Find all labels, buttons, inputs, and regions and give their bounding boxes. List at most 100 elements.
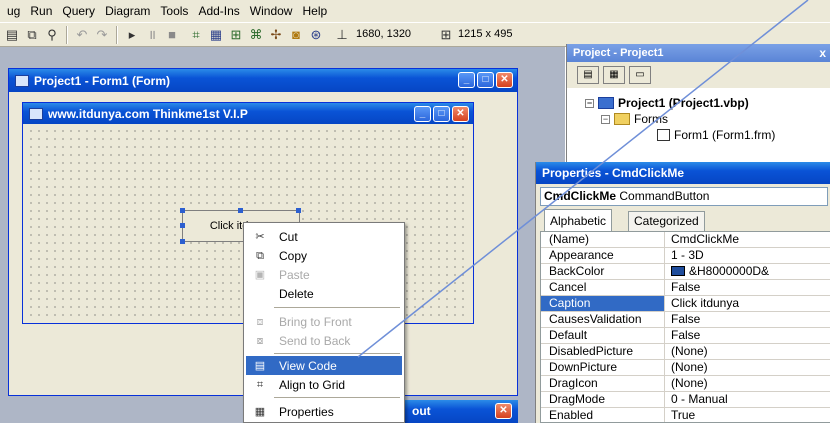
close-icon[interactable]: x [819, 44, 826, 62]
close-button[interactable]: ✕ [496, 72, 513, 88]
menu-item-properties[interactable]: ▦ Properties [246, 402, 402, 421]
toolbox-icon[interactable]: ✢ [268, 27, 284, 43]
property-value[interactable]: 1 - 3D [668, 248, 830, 263]
maximize-button[interactable]: □ [477, 72, 494, 88]
menu-item-paste[interactable]: ▣ Paste [246, 265, 402, 284]
menu-item-send-to-back[interactable]: ⧇ Send to Back [246, 331, 402, 350]
resize-handle[interactable] [238, 208, 243, 213]
property-row-selected[interactable]: Caption Click itdunya [541, 296, 830, 312]
tree-item-project[interactable]: − Project1 (Project1.vbp) [585, 96, 749, 110]
property-row[interactable]: DisabledPicture (None) [541, 344, 830, 360]
property-value[interactable]: False [668, 312, 830, 327]
property-grid: (Name) CmdClickMe Appearance 1 - 3D BackCo… [540, 231, 830, 423]
toggle-folders-icon[interactable]: ▭ [629, 66, 651, 84]
form1-titlebar[interactable]: www.itdunya.com Thinkme1st V.I.P _ □ ✕ [23, 103, 473, 124]
property-row[interactable]: Default False [541, 328, 830, 344]
property-value[interactable]: Click itdunya [668, 296, 830, 311]
menu-item-align-to-grid[interactable]: ⌗ Align to Grid [246, 375, 402, 394]
data-view-icon[interactable]: ◙ [288, 27, 304, 43]
property-value[interactable]: &H8000000D& [668, 264, 830, 279]
menu-item-bring-to-front[interactable]: ⧈ Bring to Front [246, 312, 402, 331]
close-button[interactable]: ✕ [452, 106, 469, 122]
paste-icon: ▣ [254, 268, 266, 281]
menu-query[interactable]: Query [57, 0, 100, 22]
property-row[interactable]: BackColor &H8000000D& [541, 264, 830, 280]
property-row[interactable]: (Name) CmdClickMe [541, 232, 830, 248]
project-explorer-title: Project - Project1 [573, 47, 664, 59]
find-icon[interactable]: ⚲ [44, 27, 60, 43]
undo-icon[interactable]: ↶ [74, 27, 90, 43]
view-object-icon[interactable]: ▦ [603, 66, 625, 84]
component-manager-icon[interactable]: ⊛ [308, 27, 324, 43]
property-name: DisabledPicture [541, 344, 665, 359]
resize-handle[interactable] [296, 208, 301, 213]
open-project-icon[interactable]: ▤ [4, 27, 20, 43]
redo-icon[interactable]: ↷ [94, 27, 110, 43]
property-value[interactable]: (None) [668, 376, 830, 391]
property-value[interactable]: False [668, 280, 830, 295]
menu-debug[interactable]: ug [2, 0, 25, 22]
menu-diagram[interactable]: Diagram [100, 0, 155, 22]
property-value[interactable]: True [668, 408, 830, 422]
property-row[interactable]: DragMode 0 - Manual [541, 392, 830, 408]
close-button[interactable]: ✕ [495, 403, 512, 419]
property-value[interactable]: CmdClickMe [668, 232, 830, 247]
form-designer-titlebar[interactable]: Project1 - Form1 (Form) _ □ ✕ [9, 69, 517, 92]
end-icon[interactable]: ■ [164, 27, 180, 43]
resize-handle[interactable] [180, 223, 185, 228]
property-value[interactable]: (None) [668, 360, 830, 375]
break-icon[interactable]: ॥ [144, 27, 160, 43]
menu-tools[interactable]: Tools [155, 0, 193, 22]
tab-categorized[interactable]: Categorized [628, 211, 705, 231]
property-value[interactable]: False [668, 328, 830, 343]
tree-item-form1[interactable]: Form1 (Form1.frm) [657, 128, 775, 142]
property-row[interactable]: DownPicture (None) [541, 360, 830, 376]
menu-bar: ug Run Query Diagram Tools Add-Ins Windo… [0, 0, 830, 22]
property-row[interactable]: Enabled True [541, 408, 830, 422]
menu-add-ins[interactable]: Add-Ins [193, 0, 244, 22]
resize-handle[interactable] [180, 208, 185, 213]
property-value[interactable]: (None) [668, 344, 830, 359]
project-explorer-icon[interactable]: ⌗ [188, 27, 204, 43]
properties-window-icon[interactable]: ▦ [208, 27, 224, 43]
view-code-icon[interactable]: ▤ [577, 66, 599, 84]
properties-titlebar[interactable]: Properties - CmdClickMe [536, 162, 830, 184]
tree-item-forms[interactable]: − Forms [601, 112, 668, 126]
collapse-icon[interactable]: − [601, 114, 610, 124]
copy-icon[interactable]: ⧉ [24, 27, 40, 43]
property-value[interactable]: 0 - Manual [668, 392, 830, 407]
copy-icon: ⧉ [256, 249, 264, 262]
menu-run[interactable]: Run [25, 0, 57, 22]
menu-item-cut[interactable]: ✂ Cut [246, 227, 402, 246]
property-row[interactable]: Appearance 1 - 3D [541, 248, 830, 264]
menu-item-label: View Code [279, 358, 337, 373]
minimize-button[interactable]: _ [458, 72, 475, 88]
property-name: Default [541, 328, 665, 343]
project-explorer-titlebar[interactable]: Project - Project1 x [567, 44, 830, 62]
lower-window-titlebar[interactable]: out ✕ [402, 400, 518, 423]
start-icon[interactable]: ▸ [124, 27, 140, 43]
tab-alphabetic[interactable]: Alphabetic [544, 209, 613, 231]
property-name: CausesValidation [541, 312, 665, 327]
form-designer-title: Project1 - Form1 (Form) [34, 73, 171, 88]
menu-help[interactable]: Help [297, 0, 332, 22]
property-row[interactable]: CausesValidation False [541, 312, 830, 328]
toolbar-separator [66, 26, 68, 44]
menu-item-delete[interactable]: Delete [246, 284, 402, 303]
context-menu: ✂ Cut ⧉ Copy ▣ Paste Delete ⧈ Bring to F… [243, 222, 405, 423]
property-name: Cancel [541, 280, 665, 295]
object-browser-icon[interactable]: ⌘ [248, 27, 264, 43]
maximize-button[interactable]: □ [433, 106, 450, 122]
menu-item-copy[interactable]: ⧉ Copy [246, 246, 402, 265]
property-row[interactable]: DragIcon (None) [541, 376, 830, 392]
form-layout-icon[interactable]: ⊞ [228, 27, 244, 43]
resize-handle[interactable] [180, 239, 185, 244]
object-selector[interactable]: CmdClickMe CommandButton [540, 187, 828, 206]
menu-item-view-code[interactable]: ▤ View Code [246, 356, 402, 375]
property-name: Caption [541, 296, 665, 311]
property-name: BackColor [541, 264, 665, 279]
property-row[interactable]: Cancel False [541, 280, 830, 296]
minimize-button[interactable]: _ [414, 106, 431, 122]
menu-window[interactable]: Window [245, 0, 298, 22]
collapse-icon[interactable]: − [585, 98, 594, 108]
